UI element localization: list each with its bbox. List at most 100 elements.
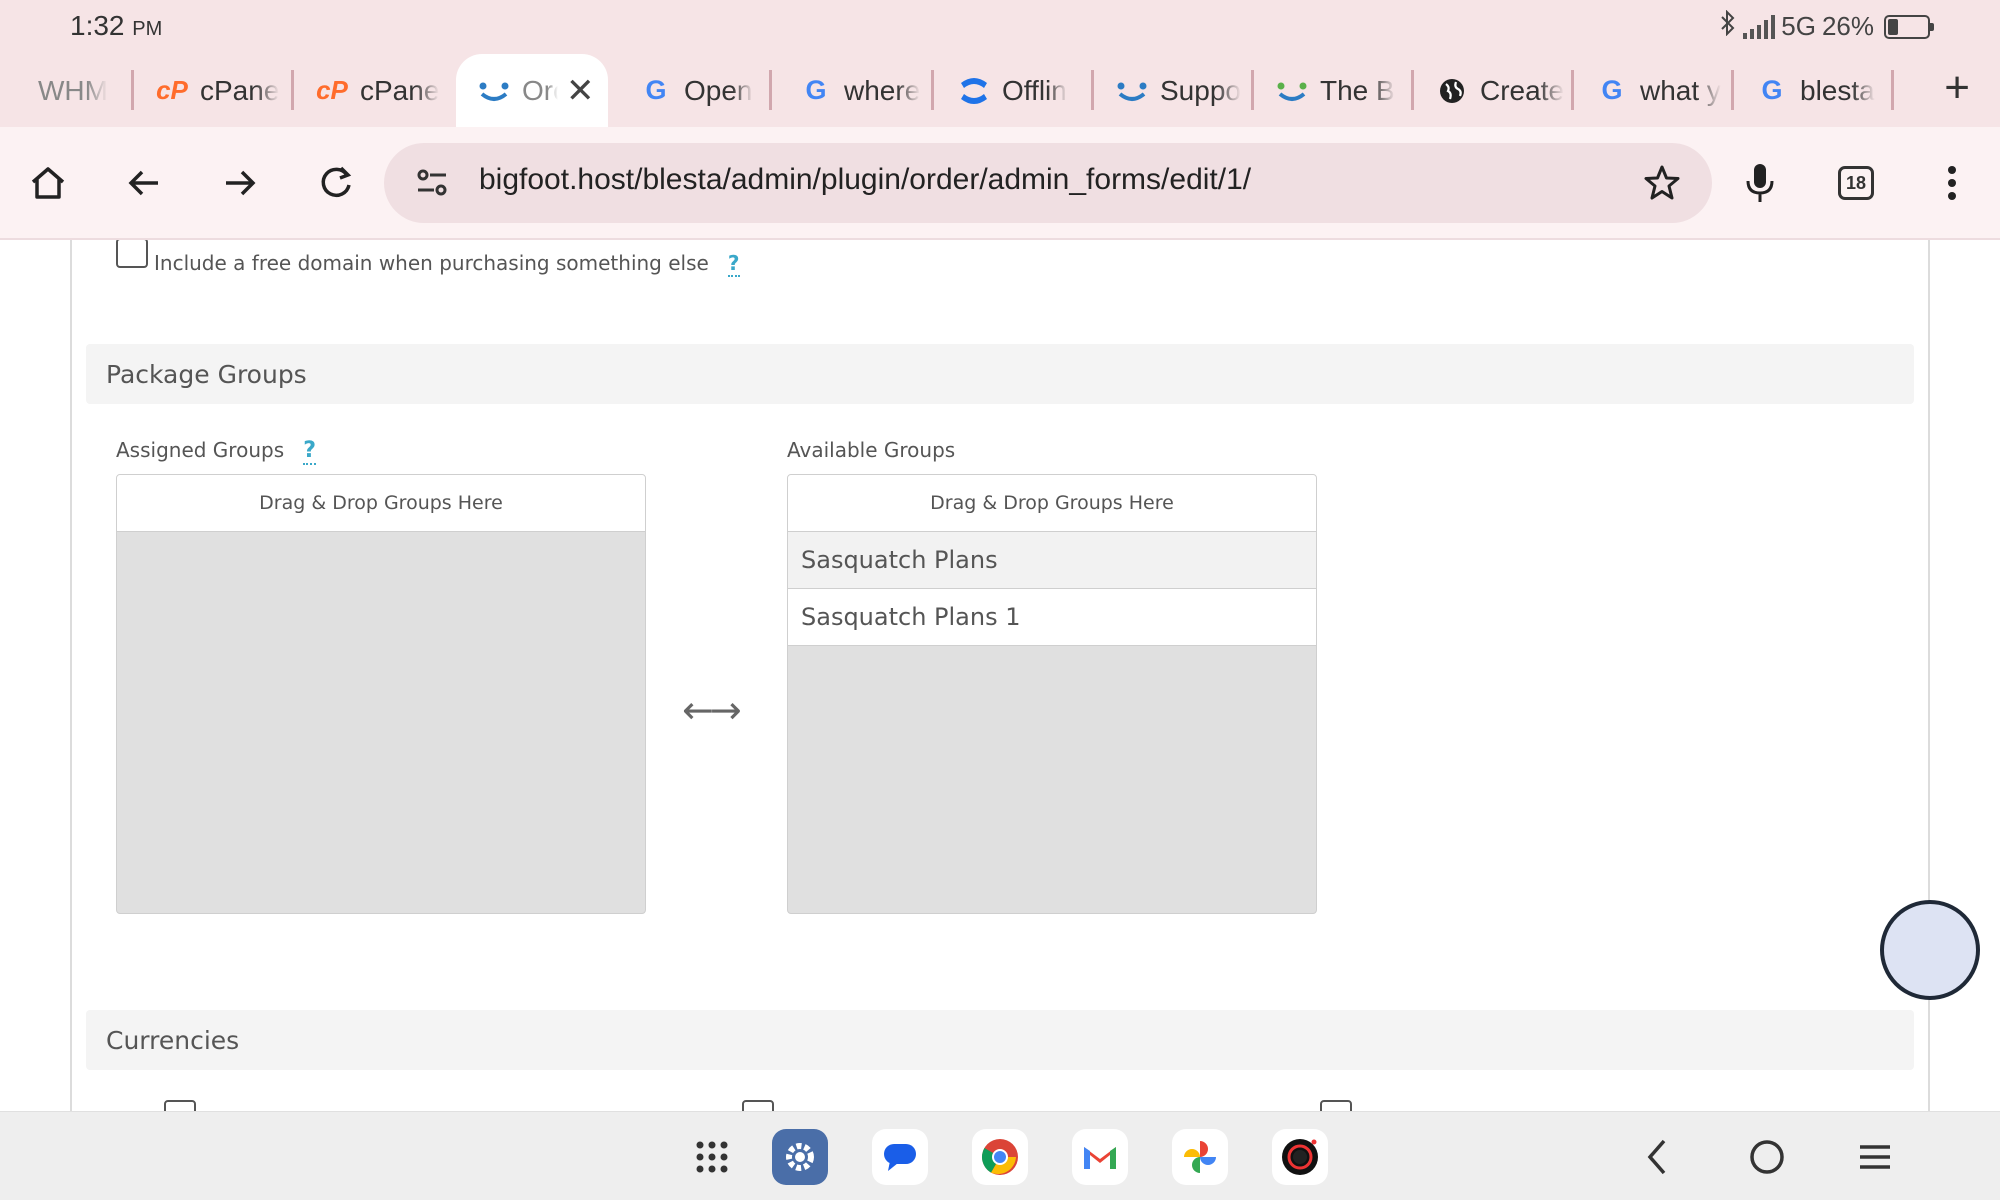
- currency-checkbox[interactable]: [1320, 1100, 1352, 1111]
- panel-border: [70, 240, 72, 1111]
- chrome-icon[interactable]: [972, 1129, 1028, 1185]
- new-tab-button[interactable]: +: [1944, 66, 1970, 110]
- cpanel-icon: cP: [316, 75, 348, 105]
- group-item-sasquatch-plans[interactable]: Sasquatch Plans: [788, 532, 1316, 589]
- currency-checkbox[interactable]: [164, 1100, 196, 1111]
- nav-recents-button[interactable]: [1850, 1132, 1900, 1182]
- tab-label: cPane: [360, 74, 440, 106]
- tab-cpanel-2[interactable]: cP cPane: [294, 54, 454, 127]
- tab-label: Create: [1480, 74, 1565, 106]
- app-drawer-icon[interactable]: [684, 1129, 740, 1185]
- tab-label: The B: [1320, 74, 1395, 106]
- circle-home-icon: [1750, 1140, 1784, 1174]
- drop-hint: Drag & Drop Groups Here: [117, 475, 645, 532]
- status-indicators: 5G 26%: [1719, 9, 1934, 43]
- tab-cpanel-1[interactable]: cP cPane: [134, 54, 294, 127]
- blesta-green-icon: [1276, 75, 1308, 107]
- network-type: 5G: [1781, 11, 1816, 41]
- assigned-groups-dropzone[interactable]: Drag & Drop Groups Here: [116, 474, 646, 914]
- url-text[interactable]: bigfoot.host/blesta/admin/plugin/order/a…: [479, 163, 1251, 197]
- page-content: Include a free domain when purchasing so…: [0, 240, 2000, 1111]
- drop-hint: Drag & Drop Groups Here: [788, 475, 1316, 532]
- reload-icon: [321, 166, 352, 198]
- tab-label: cPane: [200, 74, 280, 106]
- tab-google-where[interactable]: G where: [778, 54, 934, 127]
- home-icon: [31, 167, 65, 199]
- assigned-groups-label: Assigned Groups: [116, 438, 285, 462]
- menu-lines-icon: [1860, 1145, 1890, 1169]
- settings-icon[interactable]: [772, 1129, 828, 1185]
- status-bar: 1:32 PM 5G 26%: [0, 0, 2000, 54]
- forward-button[interactable]: [212, 155, 268, 211]
- more-vert-icon: [1948, 166, 1956, 200]
- tab-order-active[interactable]: Orc ✕: [456, 54, 608, 127]
- tab-google-open[interactable]: G Open: [618, 54, 772, 127]
- tab-label: Suppo: [1160, 74, 1241, 106]
- battery-icon: [1884, 14, 1934, 39]
- tab-support[interactable]: Suppo: [1094, 54, 1254, 127]
- tab-the-b[interactable]: The B: [1254, 54, 1414, 127]
- tab-whm[interactable]: WHM: [0, 54, 134, 127]
- help-icon[interactable]: ?: [303, 438, 316, 465]
- address-bar[interactable]: bigfoot.host/blesta/admin/plugin/order/a…: [384, 143, 1712, 223]
- nav-back-button[interactable]: [1632, 1132, 1682, 1182]
- tab-label: Orc: [522, 74, 558, 106]
- voice-search-button[interactable]: [1732, 155, 1788, 211]
- site-settings-icon[interactable]: [414, 165, 450, 205]
- gmail-icon[interactable]: [1072, 1129, 1128, 1185]
- google-icon: G: [805, 75, 827, 105]
- bookmark-star-icon[interactable]: [1642, 163, 1682, 207]
- tab-switcher-button[interactable]: 18: [1828, 155, 1884, 211]
- signal-icon: [1743, 14, 1776, 39]
- photos-icon[interactable]: [1172, 1129, 1228, 1185]
- messages-icon[interactable]: [872, 1129, 928, 1185]
- tab-label: where: [844, 74, 921, 106]
- confluence-icon: [958, 75, 990, 107]
- menu-button[interactable]: [1924, 155, 1980, 211]
- tab-confluence[interactable]: Offlin: [936, 54, 1094, 127]
- swap-arrows-icon: ←→: [682, 688, 742, 732]
- google-icon: G: [1601, 75, 1623, 105]
- blesta-icon: [1116, 75, 1148, 107]
- nav-home-button[interactable]: [1742, 1132, 1792, 1182]
- assigned-groups-heading: Assigned Groups ?: [116, 438, 316, 465]
- section-package-groups: Package Groups: [86, 344, 1914, 404]
- microphone-icon: [1746, 164, 1774, 202]
- tab-count: 18: [1838, 166, 1874, 200]
- currency-checkbox[interactable]: [742, 1100, 774, 1111]
- back-arrow-icon: [128, 170, 158, 196]
- browser-toolbar: bigfoot.host/blesta/admin/plugin/order/a…: [0, 127, 2000, 240]
- cpanel-icon: cP: [156, 75, 188, 105]
- tab-label: WHM: [38, 74, 108, 106]
- group-item-sasquatch-plans-1[interactable]: Sasquatch Plans 1: [788, 589, 1316, 646]
- tab-google-what[interactable]: G what y: [1574, 54, 1734, 127]
- help-icon[interactable]: ?: [727, 251, 740, 277]
- camera-icon[interactable]: [1272, 1129, 1328, 1185]
- section-currencies: Currencies: [86, 1010, 1914, 1070]
- free-domain-checkbox[interactable]: [116, 240, 148, 268]
- tab-label: Offlin: [1002, 74, 1067, 106]
- battery-percent: 26%: [1821, 11, 1874, 41]
- home-button[interactable]: [20, 155, 76, 211]
- available-groups-dropzone[interactable]: Drag & Drop Groups Here Sasquatch Plans …: [787, 474, 1317, 914]
- google-icon: G: [645, 75, 667, 105]
- google-icon: G: [1761, 75, 1783, 105]
- blesta-icon: [478, 75, 510, 107]
- tab-label: Open: [684, 74, 753, 106]
- tab-google-blesta[interactable]: G blesta: [1734, 54, 1894, 127]
- system-nav-bar: [0, 1111, 2000, 1200]
- forward-arrow-icon: [226, 170, 256, 196]
- floating-action-button[interactable]: [1880, 900, 1980, 1000]
- back-button[interactable]: [116, 155, 172, 211]
- tab-strip: WHM cP cPane cP cPane Orc ✕ G Open G whe…: [0, 54, 2000, 127]
- tab-label: blesta: [1800, 74, 1875, 106]
- chevron-left-icon: [1647, 1139, 1666, 1175]
- status-time: 1:32 PM: [70, 10, 163, 41]
- globe-icon: [1436, 75, 1468, 107]
- tab-label: what y: [1640, 74, 1721, 106]
- close-tab-icon[interactable]: ✕: [566, 74, 595, 108]
- tab-create[interactable]: Create: [1414, 54, 1574, 127]
- reload-button[interactable]: [308, 155, 364, 211]
- bluetooth-icon: [1719, 9, 1737, 43]
- available-groups-label: Available Groups: [787, 438, 956, 462]
